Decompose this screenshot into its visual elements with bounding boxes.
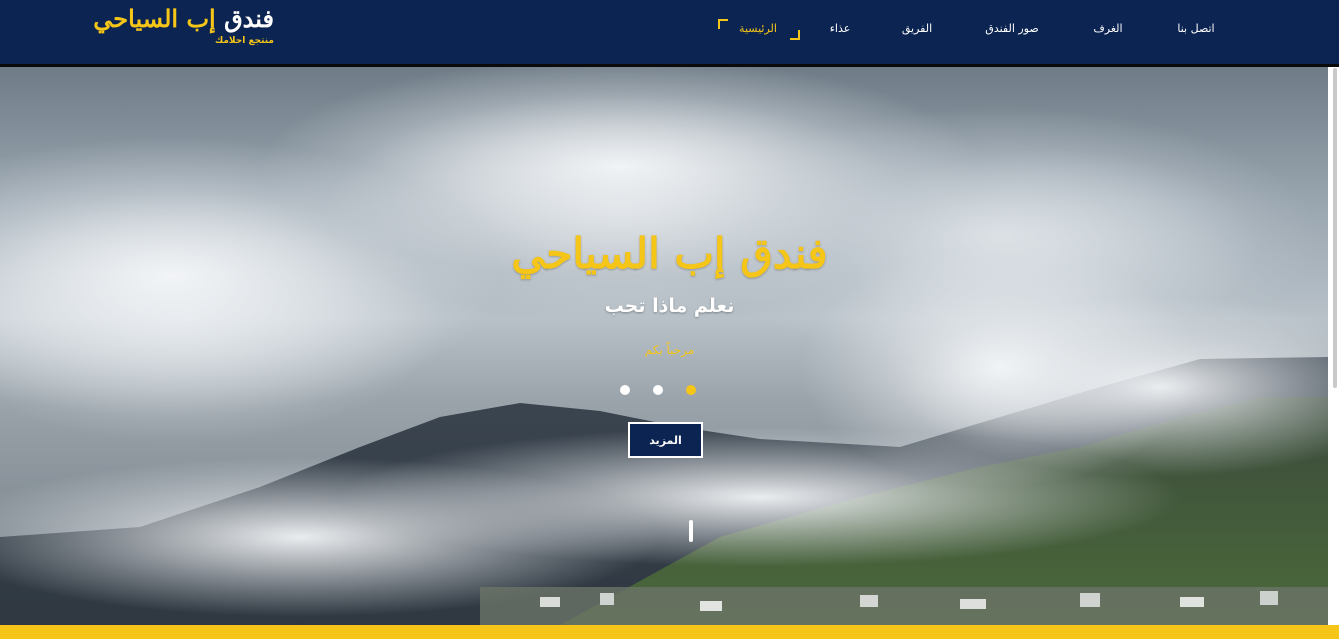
slider-dot-3[interactable] (686, 385, 696, 395)
main-nav: الرئيسية عذاء الفريق صور الفندق الغرف ات… (0, 0, 1339, 60)
active-bracket-top-left (718, 19, 728, 29)
page-scrollbar[interactable] (1328, 64, 1339, 625)
nav-item-team[interactable]: الفريق (902, 22, 932, 35)
more-button[interactable]: المزيد (628, 422, 703, 458)
site-header: فندق إب السياحي منتجع احلامك الرئيسية عذ… (0, 0, 1339, 67)
hero-welcome-text: مرحباً بكم (644, 343, 695, 357)
nav-item-rooms[interactable]: الغرف (1093, 22, 1122, 35)
hero-content: فندق إب السياحي نعلم ماذا تحب مرحباً بكم… (0, 67, 1328, 625)
page: فندق إب السياحي منتجع احلامك الرئيسية عذ… (0, 0, 1339, 639)
hero-subtitle: نعلم ماذا تحب (604, 295, 735, 317)
nav-item-food[interactable]: عذاء (830, 22, 851, 35)
slider-dots (620, 385, 700, 397)
nav-item-gallery[interactable]: صور الفندق (985, 22, 1038, 35)
accent-footer-strip (0, 625, 1339, 639)
slider-dot-1[interactable] (620, 385, 630, 395)
active-bracket-bottom-right (790, 30, 800, 40)
nav-item-contact[interactable]: اتصل بنا (1177, 22, 1214, 35)
scrollbar-thumb[interactable] (1333, 68, 1337, 388)
scroll-down-indicator[interactable] (689, 520, 693, 542)
slider-dot-2[interactable] (653, 385, 663, 395)
hero-slider: فندق إب السياحي نعلم ماذا تحب مرحباً بكم… (0, 67, 1328, 625)
nav-item-home[interactable]: الرئيسية (739, 22, 777, 35)
hero-title: فندق إب السياحي (511, 229, 828, 278)
